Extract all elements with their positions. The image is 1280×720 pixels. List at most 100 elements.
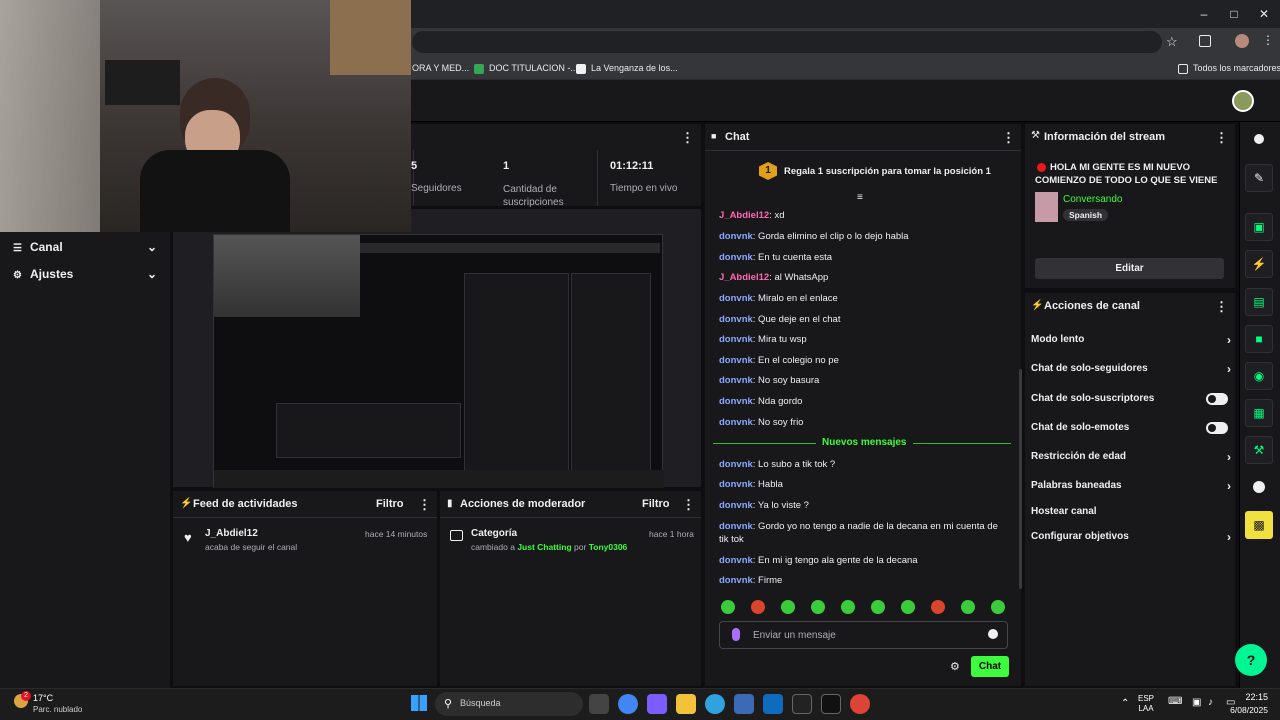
more-icon[interactable]: ⋮ [682, 497, 695, 513]
pencil-icon[interactable]: ✎ [1245, 164, 1273, 192]
browser-menu-icon[interactable]: ⋮ [1262, 33, 1274, 47]
profile-avatar[interactable] [1235, 34, 1249, 48]
chat-username[interactable]: donvnk [719, 252, 753, 263]
add-icon[interactable] [1253, 481, 1265, 493]
info-icon[interactable] [1254, 134, 1264, 144]
obs-icon[interactable] [792, 694, 812, 714]
chat-icon[interactable]: ■ [1245, 325, 1273, 353]
followers-only-setting[interactable]: Chat de solo-seguidores › [1031, 361, 1231, 377]
chat-username[interactable]: J_Abdiel12 [719, 210, 769, 221]
windows-start-icon[interactable] [411, 695, 427, 711]
age-restriction-setting[interactable]: Restricción de edad › [1031, 449, 1231, 465]
chat-username[interactable]: donvnk [719, 231, 753, 242]
emote-only-toggle[interactable] [1206, 422, 1228, 434]
chat-username[interactable]: donvnk [719, 396, 753, 407]
chat-username[interactable]: donvnk [719, 375, 753, 386]
chat-username[interactable]: donvnk [719, 293, 753, 304]
emote-icon[interactable] [991, 600, 1005, 614]
activity-filter-button[interactable]: Filtro [376, 498, 404, 510]
emote-icon[interactable] [721, 600, 735, 614]
emote-icon[interactable] [781, 600, 795, 614]
emote-icon[interactable] [871, 600, 885, 614]
sidebar-item-ajustes[interactable]: ⚙ Ajustes ⌄ [13, 267, 163, 285]
chat-username[interactable]: donvnk [719, 355, 753, 366]
language-indicator[interactable]: ESP LAA [1138, 694, 1154, 714]
layout-icon[interactable]: ▦ [1245, 399, 1273, 427]
minimize-icon[interactable]: – [1194, 6, 1214, 22]
edge-icon[interactable] [705, 694, 725, 714]
clock-time[interactable]: 22:15 [1230, 692, 1268, 702]
chat-username[interactable]: J_Abdiel12 [719, 272, 769, 283]
emote-only-setting[interactable]: Chat de solo-emotes [1031, 420, 1231, 436]
mod-link[interactable]: Tony0306 [589, 542, 628, 552]
close-icon[interactable]: ✕ [1254, 6, 1274, 22]
more-icon[interactable]: ⋮ [1002, 130, 1015, 146]
file-explorer-icon[interactable] [676, 694, 696, 714]
chat-username[interactable]: donvnk [719, 417, 753, 428]
banned-words-setting[interactable]: Palabras baneadas › [1031, 478, 1231, 494]
chat-username[interactable]: donvnk [719, 314, 753, 325]
emote-icon[interactable] [931, 600, 945, 614]
network-icon[interactable]: ▣ [1192, 697, 1201, 708]
host-channel-setting[interactable]: Hostear canal [1031, 504, 1231, 520]
chrome-icon[interactable] [618, 694, 638, 714]
chat-username[interactable]: donvnk [719, 500, 753, 511]
more-icon[interactable]: ⋮ [418, 497, 431, 513]
more-icon[interactable]: ⋮ [1215, 130, 1228, 146]
subs-only-toggle[interactable] [1206, 393, 1228, 405]
extensions-icon[interactable] [1199, 35, 1211, 47]
subs-only-setting[interactable]: Chat de solo-suscriptores [1031, 391, 1231, 407]
bolt-icon[interactable]: ⚡ [1245, 250, 1273, 278]
chrome-profile-icon[interactable] [850, 694, 870, 714]
emote-icon[interactable] [751, 600, 765, 614]
copilot-icon[interactable] [647, 694, 667, 714]
wrench-icon[interactable]: ⚒ [1245, 436, 1273, 464]
mod-filter-button[interactable]: Filtro [642, 498, 670, 510]
chat-send-button[interactable]: Chat [971, 656, 1009, 677]
tray-chevron-icon[interactable]: ⌃ [1121, 698, 1129, 709]
maximize-icon[interactable]: □ [1224, 6, 1244, 22]
keyboard-icon[interactable]: ⌨ [1168, 696, 1182, 707]
microphone-icon[interactable] [732, 628, 740, 641]
slow-mode-setting[interactable]: Modo lento › [1031, 332, 1231, 348]
chat-username[interactable]: donvnk [719, 459, 753, 470]
clip-icon[interactable]: ▣ [1245, 213, 1273, 241]
bookmark-item[interactable]: La Venganza de los... [576, 60, 678, 76]
chat-settings-icon[interactable]: ⚙ [950, 660, 960, 673]
all-bookmarks[interactable]: Todos los marcadores [1178, 60, 1280, 76]
chat-username[interactable]: donvnk [719, 575, 753, 586]
chat-input[interactable]: Enviar un mensaje [719, 621, 1008, 649]
user-avatar[interactable] [1232, 90, 1254, 112]
activity-user[interactable]: J_Abdiel12 [205, 528, 258, 539]
address-bar[interactable] [412, 31, 1162, 53]
emote-icon[interactable] [841, 600, 855, 614]
chat-username[interactable]: donvnk [719, 334, 753, 345]
more-icon[interactable]: ⋮ [1215, 299, 1228, 315]
star-icon[interactable]: ☆ [1166, 34, 1178, 50]
category-link[interactable]: Just Chatting [517, 542, 571, 552]
store-icon[interactable] [734, 694, 754, 714]
bookmark-item[interactable]: DOC TITULACION -... [474, 60, 578, 76]
notes-icon[interactable]: ▤ [1245, 288, 1273, 316]
emote-icon[interactable] [901, 600, 915, 614]
weather-temp[interactable]: 17°C [33, 693, 53, 703]
chat-scrollbar[interactable] [1019, 369, 1022, 589]
category-thumbnail[interactable] [1035, 192, 1058, 222]
stream-category[interactable]: Conversando [1063, 194, 1122, 205]
clapper-icon[interactable]: ▩ [1245, 511, 1273, 539]
more-icon[interactable]: ⋮ [681, 130, 694, 146]
collapse-icon[interactable]: ≡ [857, 192, 863, 203]
chat-username[interactable]: donvnk [719, 521, 753, 532]
emoji-icon[interactable] [988, 629, 998, 639]
broadcast-icon[interactable]: ◉ [1245, 362, 1273, 390]
outlook-icon[interactable] [763, 694, 783, 714]
help-bubble-icon[interactable]: ? [1235, 644, 1267, 676]
chat-username[interactable]: donvnk [719, 555, 753, 566]
edit-stream-button[interactable]: Editar [1035, 258, 1224, 279]
tiktok-icon[interactable] [821, 694, 841, 714]
volume-icon[interactable]: ♪ [1208, 697, 1213, 708]
bookmark-item[interactable]: ORA Y MED... [412, 60, 469, 76]
emote-icon[interactable] [811, 600, 825, 614]
pinned-gift-message[interactable]: Regala 1 suscripción para tomar la posic… [784, 166, 991, 177]
chat-username[interactable]: donvnk [719, 479, 753, 490]
